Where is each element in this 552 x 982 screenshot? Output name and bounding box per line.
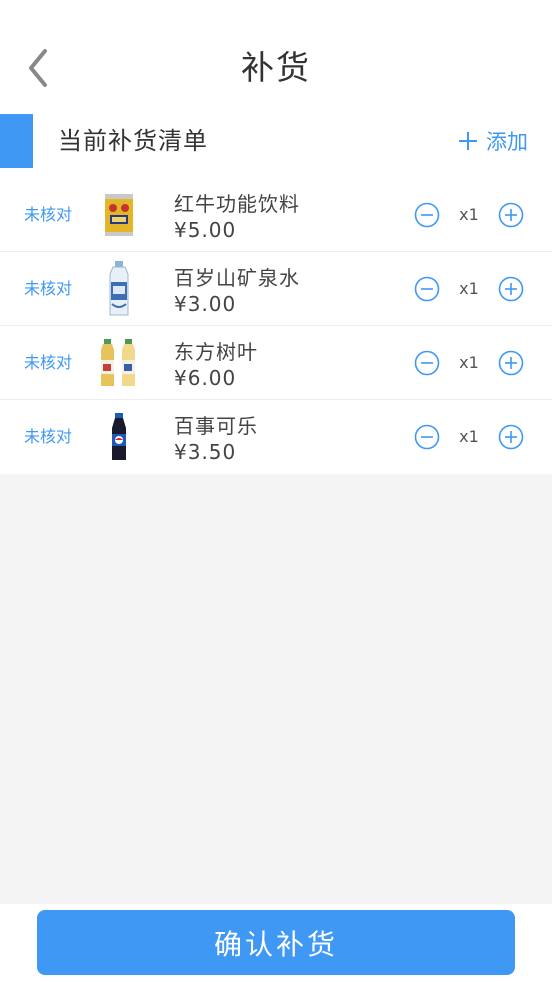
list-item: 未核对 红牛功能饮料 ¥5.00 x1 xyxy=(0,178,552,252)
plus-icon xyxy=(458,131,478,151)
verify-status[interactable]: 未核对 xyxy=(24,252,72,326)
section-accent-bar xyxy=(0,114,33,168)
quantity-value: x1 xyxy=(459,279,479,298)
tea-bottles-icon xyxy=(96,334,142,392)
red-bull-can-icon xyxy=(96,186,142,244)
minus-circle-icon[interactable] xyxy=(414,350,440,376)
add-button[interactable]: 添加 xyxy=(458,114,528,168)
plus-circle-icon[interactable] xyxy=(498,276,524,302)
plus-circle-icon[interactable] xyxy=(498,350,524,376)
section-header: 当前补货清单 添加 xyxy=(0,112,552,178)
verify-status[interactable]: 未核对 xyxy=(24,326,72,400)
product-name: 百事可乐 xyxy=(174,414,258,438)
water-bottle-icon xyxy=(96,260,142,318)
footer-bar: 确认补货 xyxy=(0,904,552,982)
product-name: 红牛功能饮料 xyxy=(174,192,300,216)
list-item: 未核对 百岁山矿泉水 ¥3.00 x1 xyxy=(0,252,552,326)
cola-bottle-icon xyxy=(96,408,142,466)
product-price: ¥3.00 xyxy=(174,292,237,316)
restock-list: 未核对 红牛功能饮料 ¥5.00 x1 未核对 百岁山矿泉水 ¥3.00 x1 … xyxy=(0,178,552,474)
product-price: ¥5.00 xyxy=(174,218,237,242)
header-bar: 补货 xyxy=(0,0,552,112)
plus-circle-icon[interactable] xyxy=(498,424,524,450)
quantity-value: x1 xyxy=(459,353,479,372)
product-price: ¥3.50 xyxy=(174,440,237,464)
quantity-value: x1 xyxy=(459,427,479,446)
verify-status[interactable]: 未核对 xyxy=(24,400,72,474)
add-button-label: 添加 xyxy=(486,130,528,154)
plus-circle-icon[interactable] xyxy=(498,202,524,228)
product-name: 东方树叶 xyxy=(174,340,258,364)
section-title: 当前补货清单 xyxy=(58,127,208,155)
quantity-value: x1 xyxy=(459,205,479,224)
product-name: 百岁山矿泉水 xyxy=(174,266,300,290)
minus-circle-icon[interactable] xyxy=(414,424,440,450)
minus-circle-icon[interactable] xyxy=(414,202,440,228)
minus-circle-icon[interactable] xyxy=(414,276,440,302)
page-title: 补货 xyxy=(241,48,311,87)
confirm-restock-button[interactable]: 确认补货 xyxy=(37,910,515,975)
list-item: 未核对 东方树叶 ¥6.00 x1 xyxy=(0,326,552,400)
verify-status[interactable]: 未核对 xyxy=(24,178,72,252)
list-item: 未核对 百事可乐 ¥3.50 x1 xyxy=(0,400,552,474)
product-price: ¥6.00 xyxy=(174,366,237,390)
